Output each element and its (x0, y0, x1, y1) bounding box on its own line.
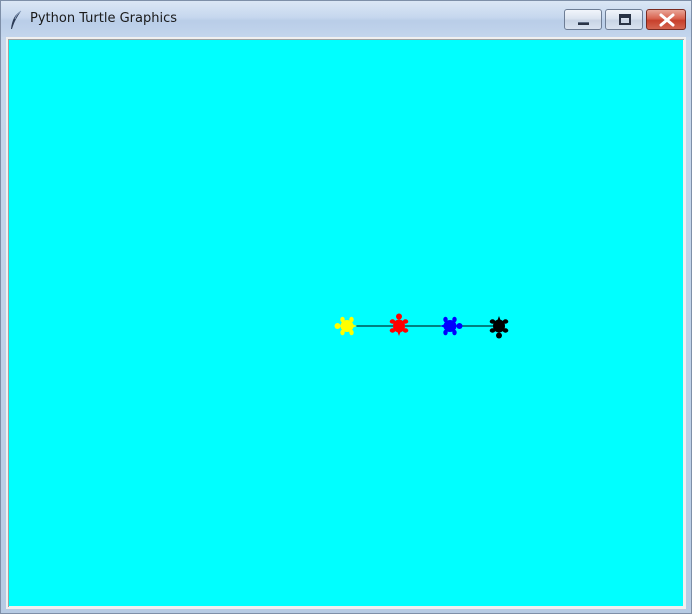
maximize-button[interactable] (605, 9, 643, 30)
minimize-button[interactable] (564, 9, 602, 30)
turtle-scene (9, 40, 683, 606)
client-area (6, 37, 686, 609)
close-icon (659, 13, 675, 27)
turtle-window: Python Turtle Graphics (0, 0, 692, 614)
feather-icon[interactable] (9, 10, 23, 30)
minimize-icon (578, 22, 589, 25)
window-title: Python Turtle Graphics (30, 11, 177, 26)
turtle-canvas[interactable] (8, 39, 684, 607)
maximize-icon (619, 14, 631, 25)
title-bar[interactable]: Python Turtle Graphics (1, 1, 691, 37)
close-button[interactable] (646, 9, 686, 30)
